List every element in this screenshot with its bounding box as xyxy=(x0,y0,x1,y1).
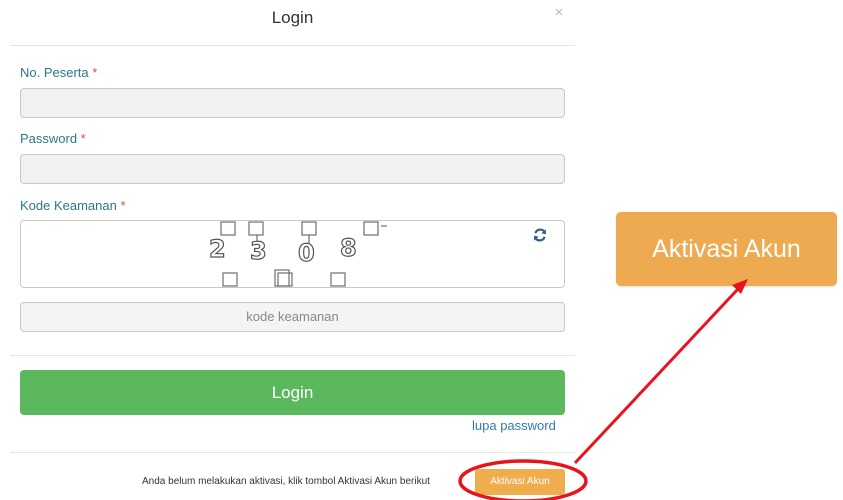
annotation-arrow-line xyxy=(573,287,740,465)
participant-number-input[interactable] xyxy=(20,88,565,118)
captcha-digit: 0 xyxy=(298,239,315,267)
login-page: Login × No. Peserta * Password * Kode Ke… xyxy=(0,0,843,500)
login-button[interactable]: Login xyxy=(20,370,565,415)
header-divider xyxy=(10,45,575,46)
participant-number-label: No. Peserta * xyxy=(20,65,97,81)
captcha-noise-square xyxy=(248,221,264,236)
captcha-digit: 2 xyxy=(209,235,226,263)
captcha-noise-square xyxy=(330,272,346,287)
security-code-label: Kode Keamanan * xyxy=(20,198,126,214)
required-mark: * xyxy=(80,131,86,146)
captcha-box: 2 3 0 8 xyxy=(20,220,565,288)
captcha-noise-square xyxy=(274,269,290,287)
captcha-noise-square xyxy=(301,221,317,236)
security-code-input[interactable]: kode keamanan xyxy=(20,302,565,332)
captcha-image: 2 3 0 8 xyxy=(208,221,387,287)
footer-divider xyxy=(10,452,575,453)
security-code-label-text: Kode Keamanan xyxy=(20,198,117,213)
password-label-text: Password xyxy=(20,131,78,146)
password-input[interactable] xyxy=(20,154,565,184)
captcha-noise-square xyxy=(220,221,236,236)
required-mark: * xyxy=(92,65,98,80)
captcha-noise-square xyxy=(277,272,293,287)
form-divider xyxy=(10,355,575,356)
refresh-icon[interactable] xyxy=(532,227,548,243)
activation-button-zoomed[interactable]: Aktivasi Akun xyxy=(616,212,837,286)
captcha-digit: 8 xyxy=(340,234,357,262)
captcha-noise-square xyxy=(222,272,238,287)
activation-info-text: Anda belum melakukan aktivasi, klik tomb… xyxy=(142,476,430,487)
modal-title: Login xyxy=(271,8,314,27)
forgot-password-link[interactable]: lupa password xyxy=(472,418,556,433)
participant-number-label-text: No. Peserta xyxy=(20,65,89,80)
close-icon[interactable]: × xyxy=(552,5,566,21)
required-mark: * xyxy=(120,198,126,213)
captcha-noise-square xyxy=(363,221,379,236)
captcha-digit: 3 xyxy=(250,237,267,265)
activation-button[interactable]: Aktivasi Akun xyxy=(475,469,565,495)
password-label: Password * xyxy=(20,131,86,147)
